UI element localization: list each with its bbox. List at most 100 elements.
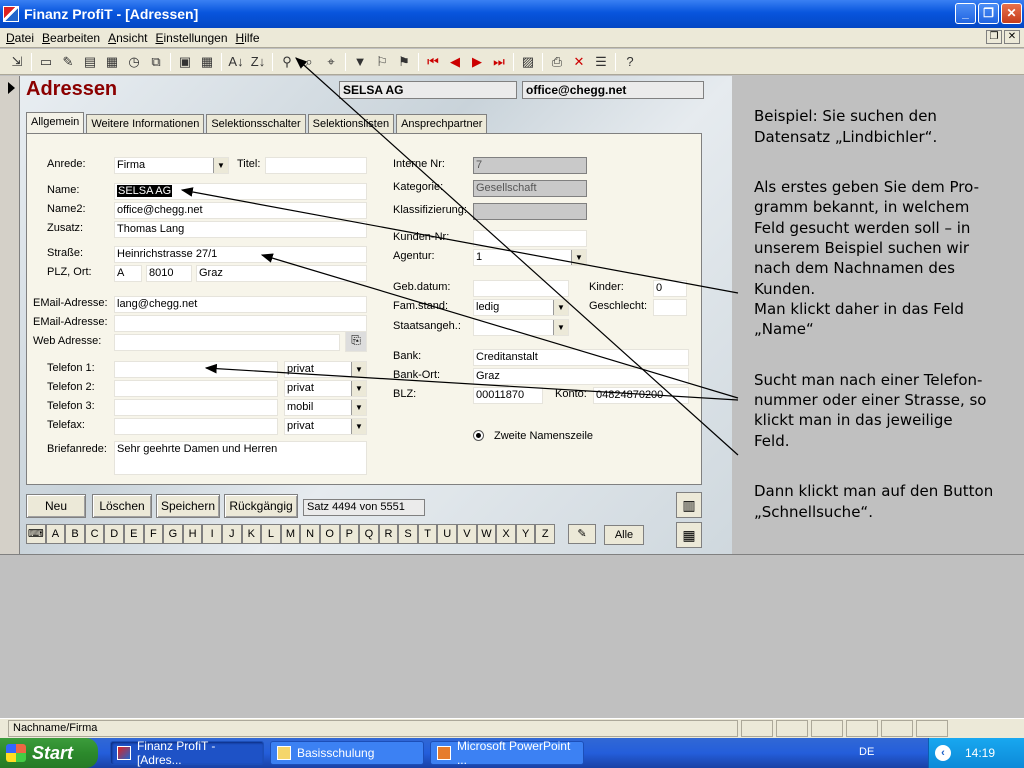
menu-datei[interactable]: Datei (6, 31, 34, 45)
form-view-icon[interactable]: ▣ (174, 51, 196, 73)
minimize-button[interactable]: _ (955, 3, 976, 24)
geschlecht-field[interactable] (653, 299, 687, 316)
alpha-button-u[interactable]: U (437, 524, 458, 544)
alpha-button-a[interactable]: A (45, 524, 66, 544)
delete-icon[interactable]: ✕ (568, 51, 590, 73)
start-button[interactable]: Start (0, 738, 98, 768)
chevron-down-icon[interactable]: ▼ (351, 419, 366, 434)
clock-icon[interactable]: ◷ (123, 51, 145, 73)
tab-allgemein[interactable]: Allgemein (26, 112, 85, 134)
alpha-button-s[interactable]: S (398, 524, 418, 544)
alpha-button-i[interactable]: I (202, 524, 222, 544)
close-button[interactable]: ✕ (1001, 3, 1022, 24)
menu-bearbeiten[interactable]: Bearbeiten (42, 31, 100, 45)
menu-hilfe[interactable]: Hilfe (236, 31, 260, 45)
ort-field[interactable]: Graz (196, 265, 367, 282)
alpha-button-g[interactable]: G (163, 524, 183, 544)
alle-button[interactable]: Alle (604, 525, 644, 545)
tel2-field[interactable] (114, 380, 278, 397)
tab-ansprechpartner[interactable]: Ansprechpartner (396, 114, 488, 134)
alpha-button-e[interactable]: E (123, 524, 144, 544)
table-view-icon[interactable]: ▦ (196, 51, 218, 73)
next-record-icon[interactable]: ▶ (466, 51, 488, 73)
alpha-button-d[interactable]: D (104, 524, 124, 544)
mdi-restore-button[interactable]: ❐ (986, 30, 1002, 44)
konto-field[interactable]: 04824870200 (593, 387, 689, 404)
keyboard-icon[interactable]: ⌨ (26, 524, 46, 544)
alpha-button-x[interactable]: X (496, 524, 516, 544)
report-icon[interactable]: ▦ (101, 51, 123, 73)
edit-doc-icon[interactable]: ✎ (57, 51, 79, 73)
mdi-close-button[interactable]: ✕ (1004, 30, 1020, 44)
record-selector[interactable] (0, 76, 20, 554)
sort-descending-icon[interactable]: Z↓ (247, 51, 269, 73)
geb-datum-field[interactable] (473, 280, 569, 297)
chevron-down-icon[interactable]: ▼ (571, 250, 586, 265)
print-icon[interactable]: ⎙ (546, 51, 568, 73)
replace-icon[interactable]: ⌖ (320, 51, 342, 73)
chevron-left-icon[interactable]: ‹ (935, 745, 951, 761)
search-icon[interactable]: ⌕ (298, 51, 320, 73)
alpha-button-z[interactable]: Z (535, 524, 556, 544)
filter-icon[interactable]: ▼ (349, 51, 371, 73)
rueckgaengig-button[interactable]: Rückgängig (224, 494, 298, 518)
kinder-field[interactable]: 0 (653, 280, 687, 297)
email1-field[interactable]: lang@chegg.net (114, 296, 367, 313)
chevron-down-icon[interactable]: ▼ (351, 362, 366, 377)
maximize-button[interactable]: ❐ (978, 3, 999, 24)
email2-field[interactable] (114, 315, 367, 332)
chevron-down-icon[interactable]: ▼ (553, 300, 568, 315)
kunden-nr-field[interactable] (473, 230, 587, 247)
alpha-button-r[interactable]: R (378, 524, 399, 544)
menu-ansicht[interactable]: Ansicht (108, 31, 147, 45)
sort-ascending-icon[interactable]: A↓ (225, 51, 247, 73)
copy-icon[interactable]: ⧉ (145, 51, 167, 73)
tel3-type-select[interactable]: mobil ▼ (284, 399, 367, 416)
tel3-field[interactable] (114, 399, 278, 416)
alpha-button-n[interactable]: N (300, 524, 320, 544)
blz-field[interactable]: 00011870 (473, 387, 543, 404)
menu-einstellungen[interactable]: Einstellungen (155, 31, 227, 45)
alpha-button-k[interactable]: K (241, 524, 262, 544)
quick-search-binoculars-icon[interactable]: ⚲ (276, 51, 298, 73)
alpha-button-q[interactable]: Q (359, 524, 379, 544)
speichern-button[interactable]: Speichern (156, 494, 220, 518)
name-field[interactable]: SELSA AG (114, 183, 367, 200)
tel2-type-select[interactable]: privat ▼ (284, 380, 367, 397)
edit-filter-icon[interactable]: ✎ (568, 524, 596, 544)
alpha-button-f[interactable]: F (143, 524, 164, 544)
chevron-down-icon[interactable]: ▼ (553, 320, 568, 335)
loeschen-button[interactable]: Löschen (92, 494, 152, 518)
agentur-select[interactable]: 1 ▼ (473, 249, 587, 266)
fam-stand-select[interactable]: ledig ▼ (473, 299, 569, 316)
plz-field[interactable]: 8010 (146, 265, 192, 282)
alpha-button-c[interactable]: C (84, 524, 105, 544)
titel-field[interactable] (265, 157, 367, 174)
alpha-button-l[interactable]: L (261, 524, 281, 544)
first-record-icon[interactable]: ⏮ (422, 51, 444, 73)
chevron-down-icon[interactable]: ▼ (213, 158, 228, 173)
task-finanz-profit[interactable]: Finanz ProfiT - [Adres... (110, 739, 264, 767)
previous-record-icon[interactable]: ◀ (444, 51, 466, 73)
anrede-select[interactable]: Firma ▼ (114, 157, 229, 174)
chevron-down-icon[interactable]: ▼ (351, 400, 366, 415)
alpha-button-o[interactable]: O (319, 524, 340, 544)
alpha-button-h[interactable]: H (182, 524, 203, 544)
bank-ort-field[interactable]: Graz (473, 368, 689, 385)
properties-icon[interactable]: ☰ (590, 51, 612, 73)
tab-selektionsschalter[interactable]: Selektionsschalter (206, 114, 306, 134)
tab-weitere-informationen[interactable]: Weitere Informationen (86, 114, 205, 134)
language-indicator[interactable]: DE (859, 746, 874, 758)
alpha-button-v[interactable]: V (457, 524, 477, 544)
books-icon[interactable]: ▥ (676, 492, 702, 518)
exit-icon[interactable]: ⇲ (6, 51, 28, 73)
neu-button[interactable]: Neu (26, 494, 86, 518)
strasse-field[interactable]: Heinrichstrasse 27/1 (114, 246, 367, 263)
alpha-button-j[interactable]: J (221, 524, 242, 544)
alpha-button-b[interactable]: B (65, 524, 85, 544)
task-powerpoint[interactable]: Microsoft PowerPoint ... (430, 739, 584, 767)
form-icon[interactable]: ▭ (35, 51, 57, 73)
tel1-type-select[interactable]: privat ▼ (284, 361, 367, 378)
briefanrede-field[interactable]: Sehr geehrte Damen und Herren (114, 441, 367, 475)
tel1-field[interactable] (114, 361, 278, 378)
